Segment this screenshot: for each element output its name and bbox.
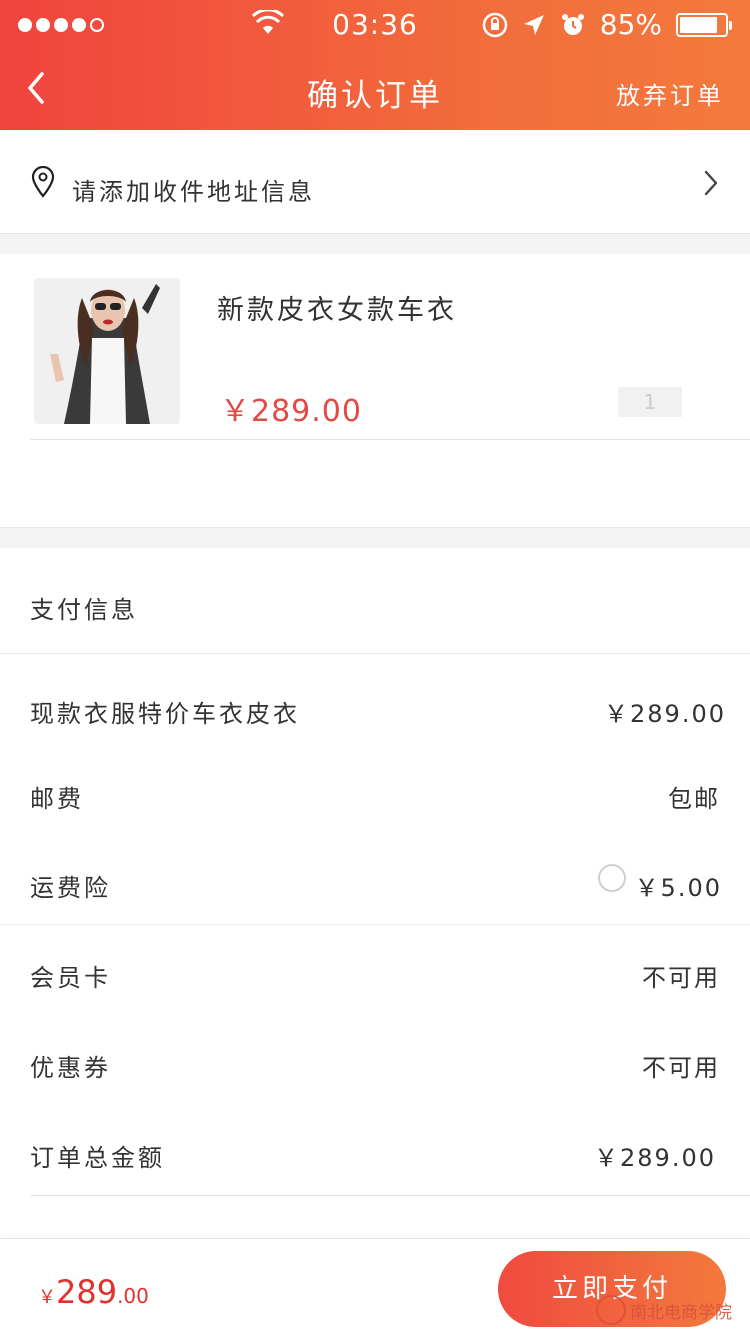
section-gap: [0, 234, 750, 254]
member-card-label: 会员卡: [30, 964, 111, 992]
battery-icon: [676, 12, 732, 37]
line-item-value: ￥289.00: [604, 700, 726, 728]
coupon-label: 优惠券: [30, 1054, 111, 1082]
section-gap: [0, 528, 750, 548]
watermark-seal-icon: [596, 1295, 626, 1325]
add-address-label: 请添加收件地址信息: [72, 178, 315, 206]
member-card-row: 会员卡 不可用: [0, 928, 750, 1018]
product-divider: [30, 439, 750, 440]
status-bar: 03:36 85%: [0, 0, 750, 50]
shipping-row: 邮费 包邮: [0, 749, 750, 839]
footer-total-integer: 289: [56, 1273, 118, 1311]
header-bar: 03:36 85% 确认订单 放弃订单: [0, 0, 750, 130]
row-divider: [0, 924, 750, 925]
location-arrow-icon: [523, 14, 544, 35]
order-total-value: ￥289.00: [594, 1144, 716, 1172]
footer-total: ￥289.00: [38, 1273, 149, 1311]
add-address-row[interactable]: 请添加收件地址信息: [0, 130, 750, 234]
shipping-insurance-row: 运费险 ￥5.00: [0, 838, 750, 928]
row-divider: [30, 1195, 750, 1196]
watermark-logo: 南北电商学院: [596, 1290, 746, 1330]
order-total-row: 订单总金额 ￥289.00: [0, 1108, 750, 1198]
product-name: 新款皮衣女款车衣: [217, 295, 457, 326]
battery-percent: 85%: [599, 8, 662, 41]
product-image[interactable]: [34, 278, 180, 424]
shipping-label: 邮费: [30, 785, 84, 813]
shipping-value: 包邮: [668, 785, 720, 813]
payment-info-title: 支付信息: [30, 596, 138, 624]
battery-fill: [680, 16, 718, 33]
abandon-order-button[interactable]: 放弃订单: [616, 76, 724, 111]
coupon-value: 不可用: [642, 1054, 720, 1082]
product-price: ￥289.00: [220, 394, 362, 429]
footer-total-decimal: .00: [117, 1284, 149, 1308]
location-pin-icon: [31, 166, 55, 198]
orientation-lock-icon: [482, 12, 508, 37]
product-card: 新款皮衣女款车衣 ￥289.00 1: [0, 254, 750, 528]
watermark-text: 南北电商学院: [630, 1302, 732, 1323]
shipping-insurance-value: ￥5.00: [634, 874, 722, 902]
line-item-row: 现款衣服特价车衣皮衣 ￥289.00: [0, 664, 750, 754]
product-photo: [34, 278, 180, 424]
payment-info-header: 支付信息: [0, 548, 750, 654]
chevron-right-icon: [704, 170, 718, 196]
status-right: 85%: [482, 8, 732, 41]
shipping-insurance-radio[interactable]: [598, 864, 626, 892]
line-item-label: 现款衣服特价车衣皮衣: [30, 700, 300, 728]
coupon-row: 优惠券 不可用: [0, 1018, 750, 1108]
member-card-value: 不可用: [642, 964, 720, 992]
footer-currency: ￥: [38, 1287, 56, 1308]
alarm-icon: [561, 13, 584, 35]
shipping-insurance-label: 运费险: [30, 874, 111, 902]
order-total-label: 订单总金额: [30, 1144, 165, 1172]
quantity-field[interactable]: 1: [618, 387, 682, 417]
